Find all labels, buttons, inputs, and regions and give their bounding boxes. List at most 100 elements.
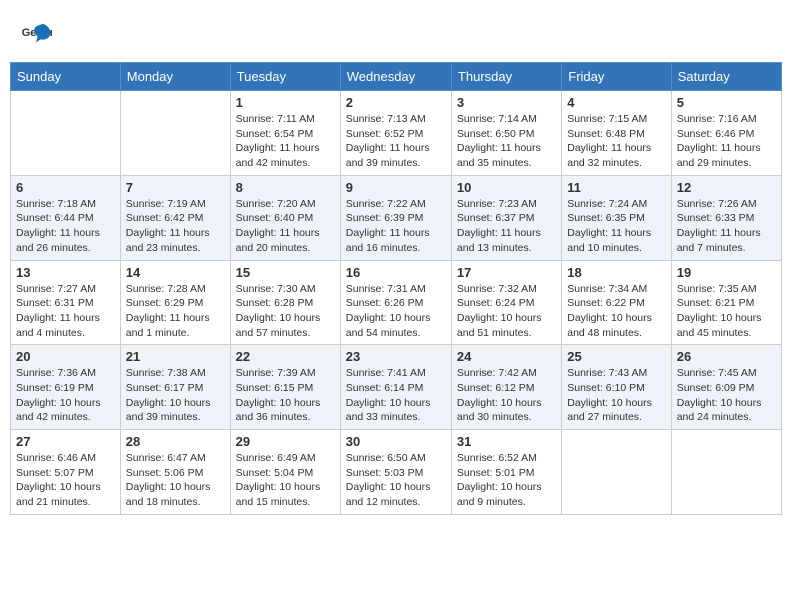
day-info: Sunrise: 7:26 AM Sunset: 6:33 PM Dayligh… xyxy=(677,197,776,256)
day-number: 26 xyxy=(677,349,776,364)
day-number: 21 xyxy=(126,349,225,364)
day-number: 5 xyxy=(677,95,776,110)
weekday-header-row: SundayMondayTuesdayWednesdayThursdayFrid… xyxy=(11,63,782,91)
day-number: 4 xyxy=(567,95,665,110)
calendar-cell: 20 Sunrise: 7:36 AM Sunset: 6:19 PM Dayli… xyxy=(11,345,121,430)
calendar-cell: 17 Sunrise: 7:32 AM Sunset: 6:24 PM Dayli… xyxy=(451,260,561,345)
calendar-cell: 10 Sunrise: 7:23 AM Sunset: 6:37 PM Dayli… xyxy=(451,175,561,260)
day-info: Sunrise: 7:28 AM Sunset: 6:29 PM Dayligh… xyxy=(126,282,225,341)
calendar-week-row: 6 Sunrise: 7:18 AM Sunset: 6:44 PM Daylig… xyxy=(11,175,782,260)
day-info: Sunrise: 6:50 AM Sunset: 5:03 PM Dayligh… xyxy=(346,451,446,510)
calendar-cell: 23Sunrise: 7:41 AM Sunset: 6:14 PM Dayli… xyxy=(340,345,451,430)
page-header: General xyxy=(10,10,782,57)
day-info: Sunrise: 7:31 AM Sunset: 6:26 PM Dayligh… xyxy=(346,282,446,341)
day-number: 24 xyxy=(457,349,556,364)
logo-icon: General xyxy=(20,20,52,52)
day-number: 16 xyxy=(346,265,446,280)
day-info: Sunrise: 7:45 AM Sunset: 6:09 PM Dayligh… xyxy=(677,366,776,425)
day-number: 11 xyxy=(567,180,665,195)
day-number: 15 xyxy=(236,265,335,280)
day-info: Sunrise: 7:38 AM Sunset: 6:17 PM Dayligh… xyxy=(126,366,225,425)
calendar-cell: 4 Sunrise: 7:15 AM Sunset: 6:48 PM Daylig… xyxy=(562,91,671,176)
day-number: 28 xyxy=(126,434,225,449)
day-number: 3 xyxy=(457,95,556,110)
calendar-cell: 13Sunrise: 7:27 AM Sunset: 6:31 PM Dayli… xyxy=(11,260,121,345)
day-info: Sunrise: 7:36 AM Sunset: 6:19 PM Dayligh… xyxy=(16,366,115,425)
day-number: 17 xyxy=(457,265,556,280)
weekday-header-tuesday: Tuesday xyxy=(230,63,340,91)
day-info: Sunrise: 7:34 AM Sunset: 6:22 PM Dayligh… xyxy=(567,282,665,341)
day-info: Sunrise: 6:52 AM Sunset: 5:01 PM Dayligh… xyxy=(457,451,556,510)
day-info: Sunrise: 7:19 AM Sunset: 6:42 PM Dayligh… xyxy=(126,197,225,256)
day-number: 7 xyxy=(126,180,225,195)
day-number: 14 xyxy=(126,265,225,280)
day-info: Sunrise: 7:14 AM Sunset: 6:50 PM Dayligh… xyxy=(457,112,556,171)
day-info: Sunrise: 7:32 AM Sunset: 6:24 PM Dayligh… xyxy=(457,282,556,341)
weekday-header-monday: Monday xyxy=(120,63,230,91)
calendar-cell: 26 Sunrise: 7:45 AM Sunset: 6:09 PM Dayli… xyxy=(671,345,781,430)
day-number: 8 xyxy=(236,180,335,195)
calendar-cell: 12 Sunrise: 7:26 AM Sunset: 6:33 PM Dayli… xyxy=(671,175,781,260)
calendar-cell: 22 Sunrise: 7:39 AM Sunset: 6:15 PM Dayli… xyxy=(230,345,340,430)
calendar-cell: 11 Sunrise: 7:24 AM Sunset: 6:35 PM Dayli… xyxy=(562,175,671,260)
day-info: Sunrise: 7:30 AM Sunset: 6:28 PM Dayligh… xyxy=(236,282,335,341)
day-number: 18 xyxy=(567,265,665,280)
day-number: 25 xyxy=(567,349,665,364)
calendar-cell: 5 Sunrise: 7:16 AM Sunset: 6:46 PM Daylig… xyxy=(671,91,781,176)
calendar-cell: 29 Sunrise: 6:49 AM Sunset: 5:04 PM Dayli… xyxy=(230,430,340,515)
calendar-cell: 7 Sunrise: 7:19 AM Sunset: 6:42 PM Daylig… xyxy=(120,175,230,260)
calendar-cell: 9 Sunrise: 7:22 AM Sunset: 6:39 PM Daylig… xyxy=(340,175,451,260)
day-info: Sunrise: 6:46 AM Sunset: 5:07 PM Dayligh… xyxy=(16,451,115,510)
calendar-cell: 19 Sunrise: 7:35 AM Sunset: 6:21 PM Dayli… xyxy=(671,260,781,345)
day-number: 23 xyxy=(346,349,446,364)
day-info: Sunrise: 7:35 AM Sunset: 6:21 PM Dayligh… xyxy=(677,282,776,341)
calendar-cell xyxy=(671,430,781,515)
calendar-cell: 30 Sunrise: 6:50 AM Sunset: 5:03 PM Dayli… xyxy=(340,430,451,515)
calendar-cell: 28Sunrise: 6:47 AM Sunset: 5:06 PM Dayli… xyxy=(120,430,230,515)
day-info: Sunrise: 7:20 AM Sunset: 6:40 PM Dayligh… xyxy=(236,197,335,256)
day-number: 19 xyxy=(677,265,776,280)
day-info: Sunrise: 6:49 AM Sunset: 5:04 PM Dayligh… xyxy=(236,451,335,510)
calendar-cell xyxy=(120,91,230,176)
calendar-cell: 15 Sunrise: 7:30 AM Sunset: 6:28 PM Dayli… xyxy=(230,260,340,345)
weekday-header-sunday: Sunday xyxy=(11,63,121,91)
day-number: 6 xyxy=(16,180,115,195)
calendar-cell: 2Sunrise: 7:13 AM Sunset: 6:52 PM Daylig… xyxy=(340,91,451,176)
calendar-week-row: 13Sunrise: 7:27 AM Sunset: 6:31 PM Dayli… xyxy=(11,260,782,345)
day-number: 22 xyxy=(236,349,335,364)
calendar-cell: 21 Sunrise: 7:38 AM Sunset: 6:17 PM Dayli… xyxy=(120,345,230,430)
day-number: 1 xyxy=(236,95,335,110)
day-number: 9 xyxy=(346,180,446,195)
day-info: Sunrise: 7:23 AM Sunset: 6:37 PM Dayligh… xyxy=(457,197,556,256)
weekday-header-thursday: Thursday xyxy=(451,63,561,91)
weekday-header-friday: Friday xyxy=(562,63,671,91)
day-info: Sunrise: 7:16 AM Sunset: 6:46 PM Dayligh… xyxy=(677,112,776,171)
day-number: 29 xyxy=(236,434,335,449)
calendar-cell xyxy=(562,430,671,515)
calendar-week-row: 27 Sunrise: 6:46 AM Sunset: 5:07 PM Dayli… xyxy=(11,430,782,515)
day-info: Sunrise: 7:22 AM Sunset: 6:39 PM Dayligh… xyxy=(346,197,446,256)
day-info: Sunrise: 7:11 AM Sunset: 6:54 PM Dayligh… xyxy=(236,112,335,171)
day-number: 20 xyxy=(16,349,115,364)
calendar-cell: 16 Sunrise: 7:31 AM Sunset: 6:26 PM Dayli… xyxy=(340,260,451,345)
calendar-week-row: 1 Sunrise: 7:11 AM Sunset: 6:54 PM Daylig… xyxy=(11,91,782,176)
day-number: 10 xyxy=(457,180,556,195)
logo: General xyxy=(20,20,54,52)
day-info: Sunrise: 7:43 AM Sunset: 6:10 PM Dayligh… xyxy=(567,366,665,425)
day-number: 2 xyxy=(346,95,446,110)
day-number: 27 xyxy=(16,434,115,449)
day-info: Sunrise: 7:24 AM Sunset: 6:35 PM Dayligh… xyxy=(567,197,665,256)
day-number: 31 xyxy=(457,434,556,449)
day-number: 30 xyxy=(346,434,446,449)
calendar-cell: 14 Sunrise: 7:28 AM Sunset: 6:29 PM Dayli… xyxy=(120,260,230,345)
weekday-header-wednesday: Wednesday xyxy=(340,63,451,91)
day-info: Sunrise: 7:18 AM Sunset: 6:44 PM Dayligh… xyxy=(16,197,115,256)
day-info: Sunrise: 7:39 AM Sunset: 6:15 PM Dayligh… xyxy=(236,366,335,425)
calendar-cell xyxy=(11,91,121,176)
day-info: Sunrise: 7:15 AM Sunset: 6:48 PM Dayligh… xyxy=(567,112,665,171)
calendar-cell: 25 Sunrise: 7:43 AM Sunset: 6:10 PM Dayli… xyxy=(562,345,671,430)
calendar-cell: 8 Sunrise: 7:20 AM Sunset: 6:40 PM Daylig… xyxy=(230,175,340,260)
calendar-week-row: 20 Sunrise: 7:36 AM Sunset: 6:19 PM Dayli… xyxy=(11,345,782,430)
day-info: Sunrise: 7:42 AM Sunset: 6:12 PM Dayligh… xyxy=(457,366,556,425)
day-number: 12 xyxy=(677,180,776,195)
